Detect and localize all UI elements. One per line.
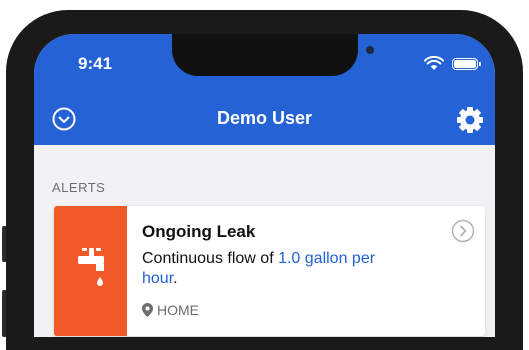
alert-location-label: HOME	[157, 302, 199, 318]
alert-title: Ongoing Leak	[142, 222, 256, 241]
alerts-section-label: ALERTS	[52, 180, 106, 195]
wifi-icon	[424, 56, 444, 70]
alert-body-end: .	[173, 270, 178, 287]
screen: 9:41 Demo User ALERTS Ongoing Leak Conti…	[34, 34, 495, 337]
alert-card[interactable]: Ongoing Leak Continuous flow of 1.0 gall…	[54, 206, 485, 336]
notch	[172, 34, 374, 76]
alert-body: Continuous flow of 1.0 gallon per hour.	[142, 249, 402, 289]
gear-icon[interactable]	[455, 105, 485, 135]
battery-icon	[452, 58, 481, 70]
alert-accent	[54, 206, 127, 336]
page-title: Demo User	[216, 108, 313, 128]
alert-location: HOME	[142, 302, 199, 318]
app-header: 9:41 Demo User	[34, 34, 495, 145]
status-time: 9:41	[78, 54, 113, 73]
chevron-right-circle-icon[interactable]	[451, 219, 475, 243]
map-pin-icon	[142, 303, 153, 317]
phone-frame: 9:41 Demo User ALERTS Ongoing Leak Conti…	[0, 0, 529, 350]
front-camera	[366, 46, 374, 54]
alert-body-text: Continuous flow of	[142, 250, 279, 267]
faucet-icon	[78, 248, 104, 286]
